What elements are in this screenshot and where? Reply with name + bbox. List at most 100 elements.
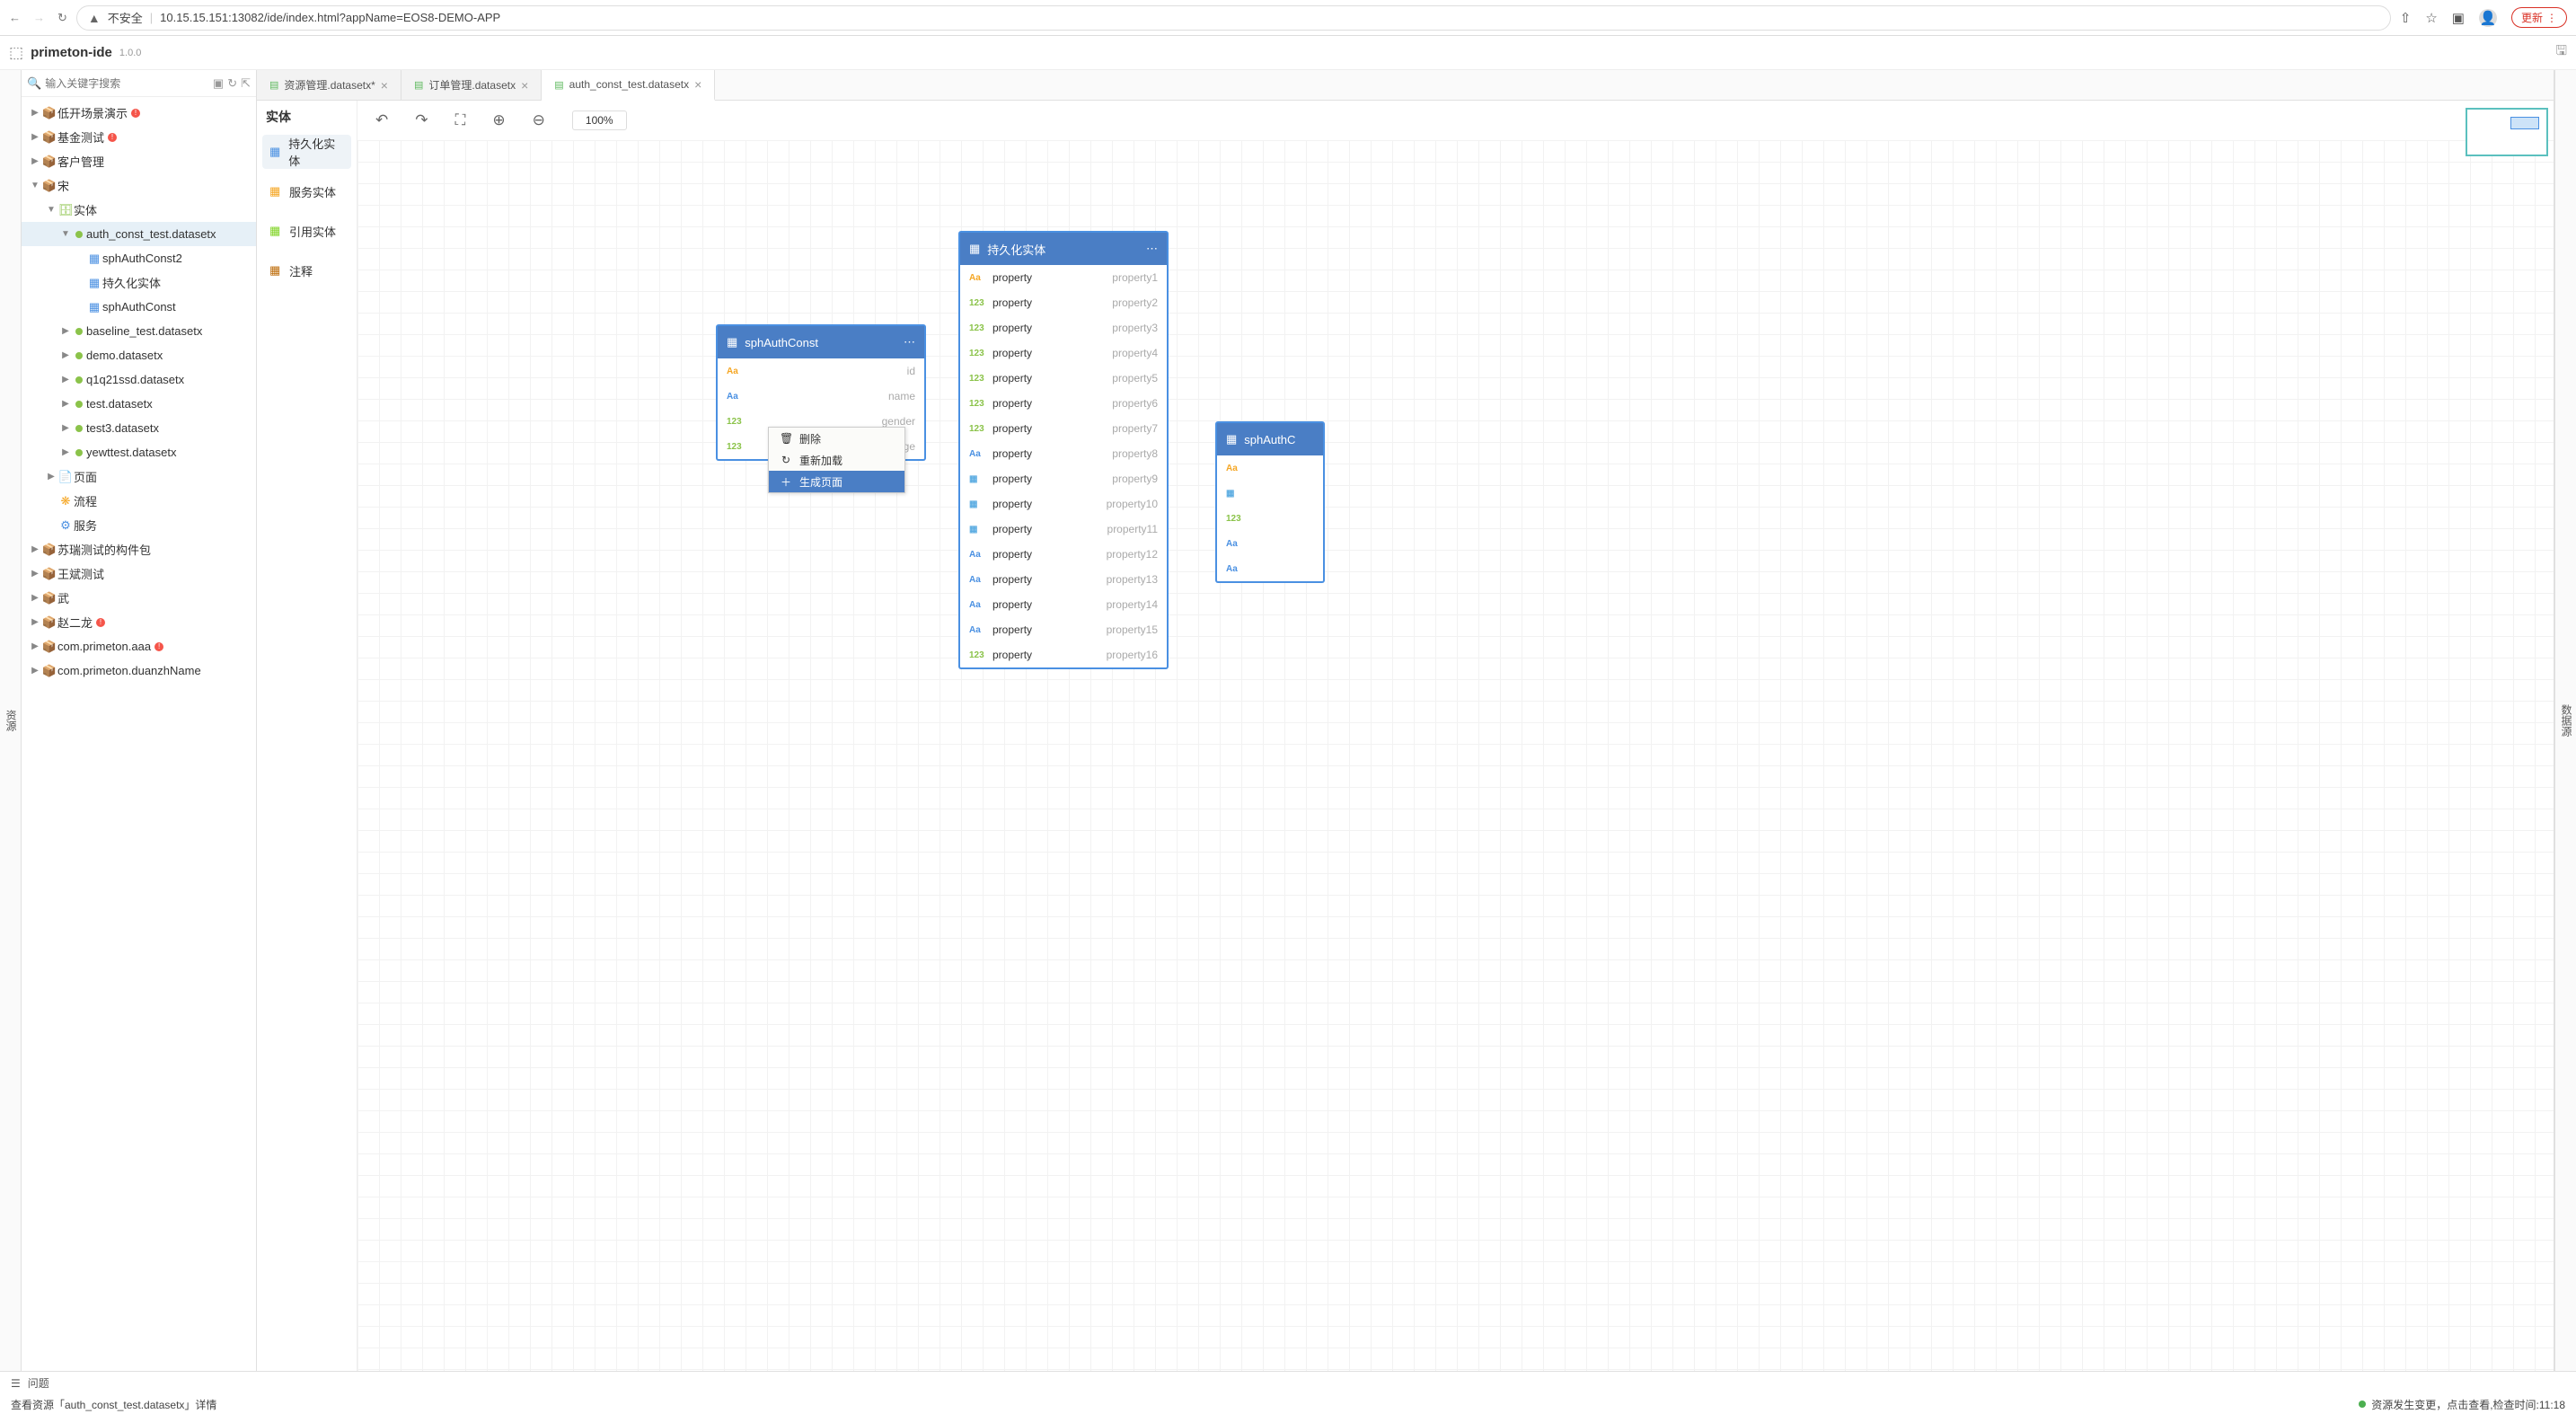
- entity-property-row[interactable]: 123propertyproperty2: [960, 290, 1167, 315]
- refresh-icon[interactable]: ↻: [227, 76, 237, 91]
- tree-node[interactable]: ▶yewttest.datasetx: [22, 440, 256, 464]
- entity-property-row[interactable]: 123propertyproperty3: [960, 315, 1167, 340]
- tree-node[interactable]: ▦sphAuthConst: [22, 295, 256, 319]
- entity-property-row[interactable]: ▦: [1217, 481, 1323, 506]
- forward-button[interactable]: →: [33, 11, 45, 25]
- node-icon: 📦: [41, 179, 57, 193]
- editor-tab[interactable]: ▤订单管理.datasetx×: [401, 70, 542, 100]
- zoom-in-icon[interactable]: ⊕: [492, 111, 505, 129]
- node-icon: 📦: [41, 543, 57, 557]
- tree-node[interactable]: ▶📦低开场景演示!: [22, 101, 256, 125]
- tree-node[interactable]: ▶📦客户管理: [22, 149, 256, 173]
- left-rail-resources[interactable]: 资源: [0, 70, 22, 1371]
- tree-node[interactable]: ▼auth_const_test.datasetx: [22, 222, 256, 246]
- node-icon: 📦: [41, 155, 57, 169]
- extensions-icon[interactable]: ▣: [2452, 10, 2465, 26]
- entity-property-row[interactable]: 123propertyproperty6: [960, 391, 1167, 416]
- tree-node[interactable]: ▶📦com.primeton.duanzhName: [22, 658, 256, 683]
- tree-node[interactable]: ▼📦宋: [22, 173, 256, 198]
- problems-panel[interactable]: ☰ 问题: [0, 1371, 2576, 1394]
- node-label: sphAuthConst2: [102, 252, 182, 265]
- palette-item[interactable]: ▦服务实体: [262, 174, 351, 208]
- tree-node[interactable]: ⚙服务: [22, 513, 256, 537]
- tree-node[interactable]: ▶📦赵二龙!: [22, 610, 256, 634]
- profile-icon[interactable]: 👤: [2479, 9, 2497, 27]
- editor-tab[interactable]: ▤资源管理.datasetx*×: [257, 70, 401, 100]
- entity-more-icon[interactable]: ⋯: [1146, 242, 1158, 256]
- tree-node[interactable]: ▶test3.datasetx: [22, 416, 256, 440]
- tree-node[interactable]: ▦sphAuthConst2: [22, 246, 256, 270]
- redo-icon[interactable]: ↷: [415, 111, 428, 129]
- entity-property-row[interactable]: 123: [1217, 506, 1323, 531]
- tree-node[interactable]: ▶📄页面: [22, 464, 256, 489]
- tree-node[interactable]: ▶📦王斌测试: [22, 561, 256, 586]
- expand-icon[interactable]: ⛶: [455, 111, 466, 129]
- save-icon[interactable]: 🖫: [2555, 41, 2567, 64]
- entity-property-row[interactable]: Aaid: [718, 358, 924, 384]
- entity-property-row[interactable]: Aapropertyproperty15: [960, 617, 1167, 642]
- entity-property-row[interactable]: Aapropertyproperty1: [960, 265, 1167, 290]
- palette-item[interactable]: ▦引用实体: [262, 214, 351, 248]
- palette-label: 注释: [289, 262, 313, 279]
- close-icon[interactable]: ×: [694, 77, 701, 92]
- palette-item[interactable]: ▦注释: [262, 253, 351, 287]
- zoom-level[interactable]: 100%: [572, 110, 627, 130]
- entity-property-row[interactable]: Aa: [1217, 531, 1323, 556]
- entity-more-icon[interactable]: ⋯: [904, 335, 915, 349]
- entity-property-row[interactable]: 123propertyproperty4: [960, 340, 1167, 366]
- bookmark-icon[interactable]: ☆: [2425, 10, 2437, 26]
- ctx-delete[interactable]: 🗑删除: [769, 428, 904, 449]
- entity-card-sphauthc[interactable]: ▦ sphAuthC Aa▦123AaAa: [1216, 422, 1324, 582]
- tree-node[interactable]: ▶demo.datasetx: [22, 343, 256, 367]
- entity-property-row[interactable]: Aa: [1217, 556, 1323, 581]
- tree-node[interactable]: ▼🗄实体: [22, 198, 256, 222]
- status-right[interactable]: 资源发生变更，点击查看,检查时间:11:18: [2371, 1397, 2565, 1412]
- browser-chrome: ← → ↻ ▲ 不安全 | 10.15.15.151:13082/ide/ind…: [0, 0, 2576, 36]
- search-input[interactable]: [45, 77, 209, 90]
- canvas[interactable]: ▦ sphAuthConst ⋯ AaidAaname123gender123a…: [357, 140, 2554, 1371]
- tree-node[interactable]: ▶📦基金测试!: [22, 125, 256, 149]
- collapse-icon[interactable]: ⇱: [241, 76, 251, 91]
- undo-icon[interactable]: ↶: [375, 111, 388, 129]
- prop-name: property: [992, 473, 1032, 485]
- back-button[interactable]: ←: [9, 11, 21, 25]
- tree-node[interactable]: ▶📦武: [22, 586, 256, 610]
- entity-property-row[interactable]: 123propertyproperty7: [960, 416, 1167, 441]
- node-label: 低开场景演示: [57, 104, 128, 121]
- entity-property-row[interactable]: ▦propertyproperty10: [960, 491, 1167, 517]
- entity-card-persistent[interactable]: ▦ 持久化实体 ⋯ Aapropertyproperty1123property…: [959, 232, 1168, 668]
- tree-node[interactable]: ▦持久化实体: [22, 270, 256, 295]
- entity-property-row[interactable]: Aapropertyproperty14: [960, 592, 1167, 617]
- tree-node[interactable]: ▶test.datasetx: [22, 392, 256, 416]
- type-icon: ▦: [969, 499, 985, 509]
- entity-property-row[interactable]: 123propertyproperty5: [960, 366, 1167, 391]
- entity-property-row[interactable]: 123propertyproperty16: [960, 642, 1167, 667]
- entity-property-row[interactable]: Aapropertyproperty8: [960, 441, 1167, 466]
- ctx-generate-page[interactable]: ＋生成页面: [769, 471, 904, 492]
- share-icon[interactable]: ⇧: [2400, 10, 2412, 26]
- tree-node[interactable]: ▶baseline_test.datasetx: [22, 319, 256, 343]
- entity-property-row[interactable]: Aapropertyproperty12: [960, 542, 1167, 567]
- close-icon[interactable]: ×: [521, 78, 528, 93]
- tree-node[interactable]: ▶📦苏瑞测试的构件包: [22, 537, 256, 561]
- entity-property-row[interactable]: ▦propertyproperty11: [960, 517, 1167, 542]
- palette-item[interactable]: ▦持久化实体: [262, 135, 351, 169]
- editor-tab[interactable]: ▤auth_const_test.datasetx×: [542, 70, 715, 101]
- entity-property-row[interactable]: Aapropertyproperty13: [960, 567, 1167, 592]
- update-button[interactable]: 更新⋮: [2511, 7, 2567, 28]
- tree-node[interactable]: ❋流程: [22, 489, 256, 513]
- entity-property-row[interactable]: ▦propertyproperty9: [960, 466, 1167, 491]
- reload-button[interactable]: ↻: [57, 11, 67, 25]
- entity-property-row[interactable]: Aa: [1217, 455, 1323, 481]
- right-rail-datasource[interactable]: 数据源: [2559, 75, 2574, 1365]
- tree-node[interactable]: ▶📦com.primeton.aaa!: [22, 634, 256, 658]
- address-bar[interactable]: ▲ 不安全 | 10.15.15.151:13082/ide/index.htm…: [76, 5, 2391, 31]
- close-icon[interactable]: ×: [381, 78, 388, 93]
- folder-icon[interactable]: ▣: [213, 76, 224, 91]
- type-icon: Aa: [1226, 539, 1242, 549]
- minimap[interactable]: [2466, 108, 2548, 156]
- ctx-reload[interactable]: ↻重新加载: [769, 449, 904, 471]
- tree-node[interactable]: ▶q1q21ssd.datasetx: [22, 367, 256, 392]
- zoom-out-icon[interactable]: ⊖: [533, 111, 545, 129]
- entity-property-row[interactable]: Aaname: [718, 384, 924, 409]
